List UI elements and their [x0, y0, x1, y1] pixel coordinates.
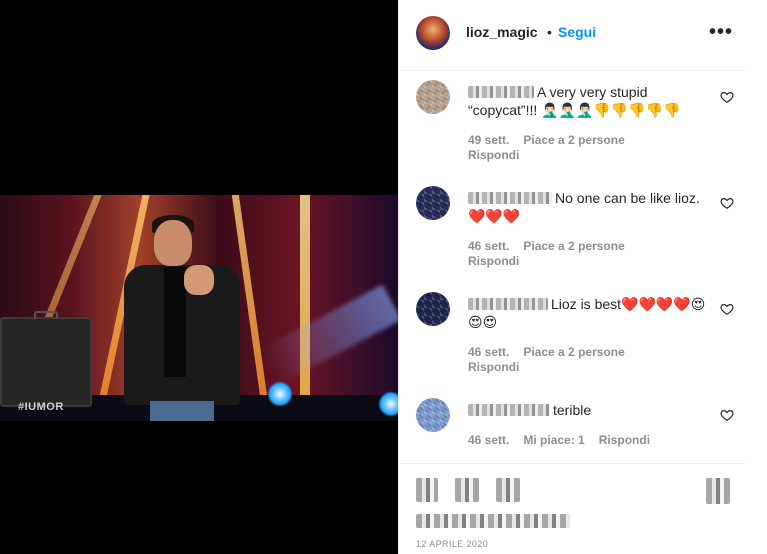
- comment-meta: 46 sett. Mi piace: 1 Rispondi: [468, 433, 664, 448]
- header-separator: •: [547, 24, 552, 40]
- author-avatar[interactable]: [416, 16, 450, 50]
- like-heart-icon[interactable]: [720, 408, 734, 422]
- comment-meta: 46 sett. Piace a 2 persone: [468, 239, 639, 254]
- comment-likes[interactable]: Piace a 2 persone: [523, 239, 624, 253]
- comment-body: terible: [468, 401, 713, 419]
- performer: [120, 215, 240, 421]
- comment-body: Lioz is best❤️❤️❤️❤️😍😍😍: [468, 295, 713, 331]
- video-frame[interactable]: #IUMOR: [0, 195, 398, 421]
- comment-likes[interactable]: Mi piace: 1: [523, 433, 584, 447]
- comment-time[interactable]: 46 sett.: [468, 239, 509, 253]
- reply-button[interactable]: Rispondi: [468, 254, 519, 268]
- comment-likes[interactable]: Piace a 2 persone: [523, 345, 624, 359]
- stage-light-beam: [300, 195, 310, 421]
- like-icon-blurred[interactable]: [416, 478, 438, 502]
- commenter-username-blurred[interactable]: [468, 298, 548, 310]
- comment-text: terible: [553, 402, 592, 418]
- follow-button[interactable]: Segui: [558, 24, 596, 40]
- blue-light-beam: [258, 284, 398, 386]
- comment-reply-row: Rispondi: [468, 254, 533, 269]
- stage-spotlight: [267, 381, 293, 407]
- performer-jeans: [150, 401, 214, 421]
- magic-case: [0, 311, 92, 407]
- more-options-icon[interactable]: •••: [709, 22, 733, 42]
- like-heart-icon[interactable]: [720, 196, 734, 210]
- share-icon-blurred[interactable]: [496, 478, 520, 502]
- comment-time[interactable]: 46 sett.: [468, 345, 509, 359]
- reply-button[interactable]: Rispondi: [468, 360, 519, 374]
- comment-meta: 46 sett. Piace a 2 persone: [468, 345, 639, 360]
- post-footer: 12 APRILE 2020: [399, 463, 745, 554]
- author-username[interactable]: lioz_magic: [466, 24, 538, 40]
- comment-meta: 49 sett. Piace a 2 persone: [468, 133, 639, 148]
- reply-button[interactable]: Rispondi: [599, 433, 650, 447]
- stage-spotlight: [378, 391, 398, 417]
- commenter-avatar[interactable]: [416, 292, 450, 326]
- case-handle: [34, 311, 58, 319]
- commenter-avatar[interactable]: [416, 398, 450, 432]
- commenter-username-blurred[interactable]: [468, 404, 550, 416]
- commenter-avatar[interactable]: [416, 186, 450, 220]
- comment-body: A very very stupid “copycat”!!! 🤦🏻‍♂️🤦🏻‍…: [468, 83, 713, 119]
- comment-reply-row: Rispondi: [468, 148, 533, 163]
- comment-time[interactable]: 46 sett.: [468, 433, 509, 447]
- comment-reply-row: Rispondi: [468, 360, 533, 375]
- like-heart-icon[interactable]: [720, 302, 734, 316]
- commenter-username-blurred[interactable]: [468, 192, 552, 204]
- comment-icon-blurred[interactable]: [455, 478, 479, 502]
- post-date[interactable]: 12 APRILE 2020: [416, 539, 488, 549]
- commenter-username-blurred[interactable]: [468, 86, 534, 98]
- comment-likes[interactable]: Piace a 2 persone: [523, 133, 624, 147]
- save-icon-blurred[interactable]: [706, 478, 730, 504]
- performer-head: [154, 220, 192, 266]
- like-heart-icon[interactable]: [720, 90, 734, 104]
- commenter-avatar[interactable]: [416, 80, 450, 114]
- performer-hand: [184, 265, 214, 295]
- post-media[interactable]: #IUMOR: [0, 0, 398, 554]
- post-header: lioz_magic • Segui •••: [399, 0, 745, 71]
- likes-count-blurred[interactable]: [416, 514, 570, 528]
- reply-button[interactable]: Rispondi: [468, 148, 519, 162]
- comments-panel: lioz_magic • Segui ••• A very very stupi…: [398, 0, 745, 554]
- comment-time[interactable]: 49 sett.: [468, 133, 509, 147]
- performer-shirt: [164, 267, 186, 377]
- comment-body: No one can be like lioz.❤️❤️❤️: [468, 189, 713, 225]
- tv-watermark: #IUMOR: [18, 401, 64, 413]
